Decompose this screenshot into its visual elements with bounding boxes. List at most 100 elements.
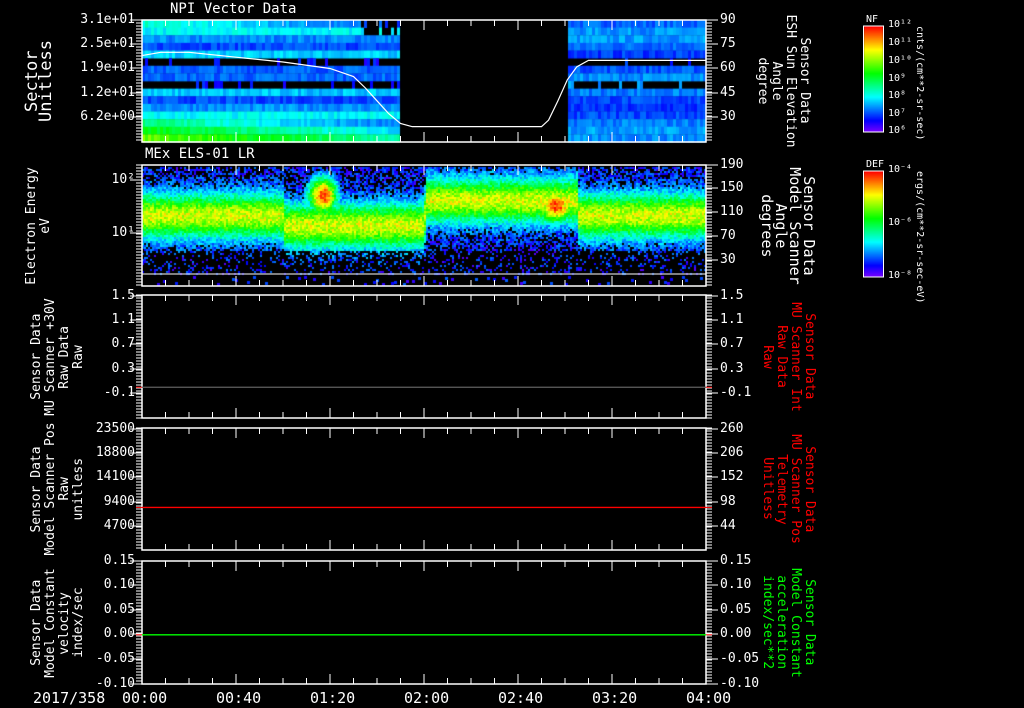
- right-y-axis-title-line: acceleration: [774, 575, 789, 670]
- right-y-axis-title-line: Angle: [769, 61, 784, 101]
- panel-frame: [141, 294, 707, 419]
- panel-frame: [141, 19, 707, 143]
- y-axis-title-line: velocity: [57, 591, 72, 654]
- right-y-tick-label: -0.05: [720, 651, 760, 666]
- panel-title: NPI Vector Data: [170, 1, 297, 17]
- colorbar-unit: ergs/(cm**2-sr-sec-eV): [914, 171, 925, 304]
- colorbar-tick-label: 10¹²: [888, 19, 913, 30]
- colorbar-unit: cnts/(cm**2-sr-sec): [914, 26, 925, 141]
- right-y-axis-title-line: Model Scanner: [786, 166, 804, 285]
- y-tick-label: 1.9e+01: [80, 60, 135, 75]
- y-tick-label: 1.2e+01: [80, 85, 135, 100]
- right-y-axis-title-line: ESH Sun Elevation: [783, 14, 798, 148]
- right-y-axis-title-line: Sensor Data: [797, 37, 812, 125]
- right-y-axis-title: Sensor Data Model Constant acceleration ind…: [760, 567, 817, 678]
- right-y-tick-label: -0.1: [720, 385, 752, 400]
- panel-frame: [141, 164, 707, 287]
- right-y-axis-title: Sensor Data MU Scanner Int Raw Data Raw: [760, 302, 817, 412]
- y-tick-label: 0.15: [103, 553, 135, 568]
- colorbar-frame: [863, 170, 884, 278]
- time-tick-label: 01:20: [310, 689, 356, 707]
- right-y-axis-title-line: Raw Data: [774, 325, 789, 388]
- time-tick-label: 04:00: [686, 689, 732, 707]
- y-tick-label: 2.5e+01: [80, 36, 135, 51]
- time-tick-label: 02:00: [404, 689, 450, 707]
- right-y-axis-title: Sensor Data Model Scanner Angle degrees: [758, 166, 818, 285]
- right-y-tick-label: 1.5: [720, 288, 744, 303]
- right-y-tick-label: 90: [720, 12, 736, 27]
- time-tick-label: 00:00: [122, 689, 168, 707]
- y-axis-title: Sensor Data MU Scanner +30V Raw Data Raw: [29, 297, 86, 416]
- y-axis-title: Sensor Data Model Scanner Pos Raw unitless: [29, 422, 86, 556]
- y-axis-title-line: Model Scanner Pos: [43, 422, 58, 556]
- colorbar-tick-label: 10⁹: [888, 73, 907, 84]
- right-y-tick-label: 206: [720, 445, 744, 460]
- y-axis-title-line: Sensor Data: [29, 313, 44, 400]
- right-y-axis-title-line: index/sec**2: [760, 575, 775, 670]
- right-y-axis-title-line: Model Constant: [788, 567, 803, 678]
- colorbar-tick-label: 10⁻⁴: [888, 164, 913, 175]
- colorbar-tick-label: 10⁻⁸: [888, 270, 913, 281]
- right-y-tick-label: 44: [720, 518, 736, 533]
- y-axis-title-line: Raw Data: [57, 325, 72, 388]
- time-tick-label: 00:40: [216, 689, 262, 707]
- colorbar-tick-label: 10⁻⁶: [888, 217, 913, 228]
- sun-elevation-line: [141, 51, 706, 128]
- right-y-axis-title-line: MU Scanner Pos: [788, 434, 803, 544]
- colorbar-tick-label: 10¹⁰: [888, 55, 913, 66]
- right-y-axis-title-line: Unitless: [760, 457, 775, 521]
- right-y-tick-label: 152: [720, 469, 744, 484]
- y-tick-label: 3.1e+01: [80, 12, 135, 27]
- right-y-tick-label: 60: [720, 60, 736, 75]
- right-y-tick-label: 30: [720, 109, 736, 124]
- y-axis-title-line: Raw: [57, 477, 72, 501]
- time-tick-label: 03:20: [592, 689, 638, 707]
- right-y-tick-label: 0.10: [720, 577, 752, 592]
- y-tick-label: 10¹: [111, 225, 135, 240]
- y-axis-title-line: Model Constant: [43, 567, 58, 678]
- right-y-axis-title-line: Sensor Data: [802, 579, 817, 666]
- y-axis-title-line: Sensor Data: [29, 579, 44, 666]
- panel-frame: [141, 427, 707, 551]
- y-axis-title: Sensor Data Model Constant velocity index/s…: [29, 567, 86, 678]
- right-y-tick-label: 260: [720, 421, 744, 436]
- y-axis-title: Electron Energy eV: [24, 166, 53, 285]
- colorbar-tick-label: 10⁷: [888, 108, 907, 119]
- colorbar-tick-label: 10⁸: [888, 90, 907, 101]
- colorbar-title: DEF: [866, 159, 885, 170]
- right-y-axis-title: Sensor Data ESH Sun Elevation Angle degree: [755, 14, 812, 148]
- right-y-tick-label: 110: [720, 204, 744, 219]
- time-tick-label: 02:40: [498, 689, 544, 707]
- right-y-tick-label: 0.15: [720, 553, 752, 568]
- y-axis-title-line: index/sec: [71, 587, 86, 658]
- right-y-tick-label: 0.05: [720, 602, 752, 617]
- right-y-tick-label: 1.1: [720, 312, 744, 327]
- right-y-tick-label: 0.00: [720, 626, 752, 641]
- right-y-axis-title-line: degrees: [758, 193, 776, 258]
- panel-frame: [141, 560, 707, 685]
- right-y-axis-title-line: degree: [755, 57, 770, 105]
- colorbar-title: NF: [866, 14, 879, 25]
- right-y-axis-title: Sensor Data MU Scanner Pos Telemetry Unitle…: [760, 434, 817, 544]
- right-y-tick-label: 75: [720, 36, 736, 51]
- right-y-tick-label: 0.7: [720, 336, 744, 351]
- right-y-axis-title-line: Sensor Data: [802, 445, 817, 533]
- y-axis-title-line: MU Scanner +30V: [43, 297, 58, 416]
- right-y-tick-label: 98: [720, 494, 736, 509]
- axes-layer: [130, 19, 884, 685]
- y-axis-title-line: Electron Energy: [24, 166, 39, 285]
- right-y-tick-label: 30: [720, 252, 736, 267]
- right-y-tick-label: 150: [720, 180, 744, 195]
- y-axis-title-line: Unitless: [36, 40, 56, 122]
- right-y-tick-label: 70: [720, 228, 736, 243]
- right-y-tick-label: 190: [720, 157, 744, 172]
- y-axis-title-line: Sensor Data: [29, 445, 44, 533]
- right-y-axis-title-line: Telemetry: [774, 453, 789, 525]
- right-y-axis-title-line: Sensor Data: [802, 313, 817, 400]
- right-y-tick-label: 0.3: [720, 361, 744, 376]
- y-axis-title-line: eV: [38, 217, 53, 234]
- colorbar-tick-label: 10⁶: [888, 125, 907, 136]
- y-axis-title-line: Raw: [71, 344, 86, 369]
- y-tick-label: 6.2e+00: [80, 109, 135, 124]
- plot-window: NPI Vector Data 3.1e+01 2.5e+01 1.9e+01 1.2e…: [0, 0, 1024, 708]
